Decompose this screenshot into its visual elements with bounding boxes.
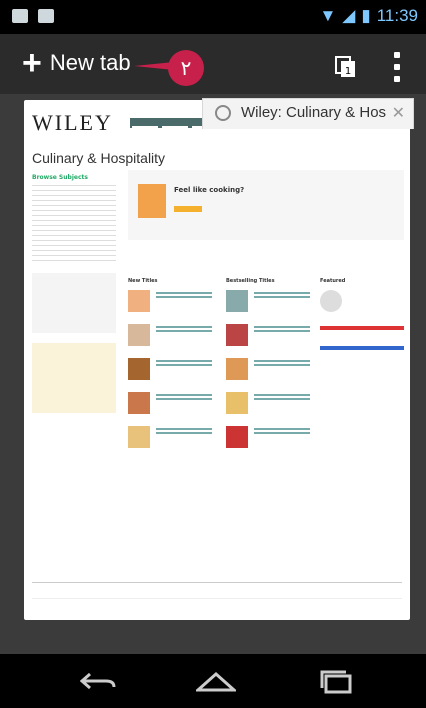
callout-pointer: ۲: [134, 50, 204, 86]
system-nav-bar: [0, 654, 426, 708]
signal-icon: ◢: [342, 6, 356, 25]
wiley-logo: WILEY: [32, 110, 113, 135]
tab-thumbnail[interactable]: WILEY Culinary & Hospitality Browse Subj…: [24, 100, 410, 620]
new-tab-label: New tab: [49, 50, 131, 75]
page-title: Culinary & Hospitality: [32, 150, 166, 166]
status-bar: ▼ ◢ ▮ 11:39: [0, 0, 426, 34]
wifi-icon: ▼: [319, 6, 337, 25]
globe-icon: [215, 105, 231, 121]
tab-title-pill[interactable]: Wiley: Culinary & Hos ✕: [202, 98, 414, 129]
close-tab-icon[interactable]: ✕: [392, 103, 405, 122]
subject-sidebar: Browse Subjects: [32, 174, 116, 413]
new-tab-button[interactable]: + New tab: [22, 44, 131, 82]
android-icon: [38, 9, 54, 23]
recent-apps-icon[interactable]: [320, 670, 354, 694]
message-icon: [12, 9, 28, 23]
bestselling-column: Bestselling Titles: [226, 278, 310, 460]
new-titles-column: New Titles: [128, 278, 212, 460]
home-icon[interactable]: [196, 670, 236, 692]
svg-text:1: 1: [345, 66, 351, 77]
browse-subjects-header: Browse Subjects: [32, 174, 88, 181]
battery-icon: ▮: [361, 6, 371, 25]
back-icon[interactable]: [80, 670, 116, 692]
featured-column: Featured: [320, 278, 404, 364]
feed-header: Feel like cooking?: [174, 186, 245, 194]
status-time: 11:39: [376, 6, 418, 25]
tabs-overview-icon[interactable]: 1: [334, 54, 358, 78]
overflow-menu-icon[interactable]: [394, 52, 402, 82]
callout-number: ۲: [181, 56, 192, 80]
plus-icon: +: [22, 44, 42, 82]
feature-banner: Feel like cooking?: [128, 170, 404, 240]
tab-title: Wiley: Culinary & Hos: [241, 104, 387, 121]
